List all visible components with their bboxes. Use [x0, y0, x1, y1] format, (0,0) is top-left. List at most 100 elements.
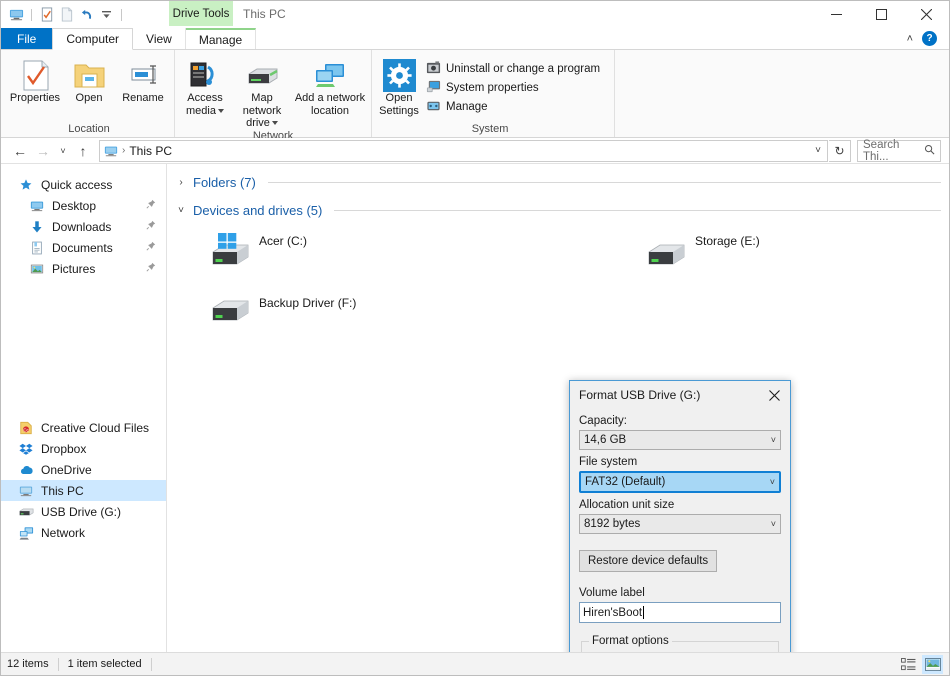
recent-locations-button[interactable]: ˅ [55, 140, 71, 162]
minimize-button[interactable] [814, 1, 859, 28]
group-header-devices-and-drives[interactable]: ˅ Devices and drives (5) [167, 198, 949, 222]
sidebar-item-pictures[interactable]: Pictures [1, 258, 166, 279]
tab-view[interactable]: View [133, 28, 186, 49]
sidebar-item-onedrive[interactable]: OneDrive [1, 459, 166, 480]
customize-qat-icon[interactable] [98, 6, 115, 23]
content-pane[interactable]: › Folders (7) ˅ Devices and drives (5) A… [167, 164, 949, 652]
access-media-button-label: Access media [179, 92, 231, 117]
file-system-select[interactable]: FAT32 (Default) ˅ [579, 471, 781, 493]
system-properties-label: System properties [446, 81, 539, 94]
view-mode-buttons [898, 654, 943, 674]
downloads-icon [29, 219, 45, 235]
access-media-label-text: Access media [186, 92, 223, 117]
chevron-down-icon[interactable]: ˅ [175, 205, 187, 216]
ribbon-tab-row: File Computer View Manage ˄ ? [1, 28, 949, 50]
status-item-count: 12 items [7, 658, 49, 670]
open-settings-button[interactable]: Open Settings [376, 55, 422, 117]
chevron-right-icon[interactable]: › [175, 177, 187, 188]
sidebar-item-dropbox[interactable]: Dropbox [1, 438, 166, 459]
group-title-folders: Folders (7) [193, 174, 256, 190]
ribbon: Properties Open Rename Location Access m… [1, 50, 949, 142]
ribbon-tab-right-controls: ˄ ? [907, 28, 949, 49]
dialog-close-icon[interactable] [758, 382, 790, 409]
large-icons-view-icon[interactable] [922, 654, 943, 674]
add-network-location-button[interactable]: Add a network location [293, 55, 367, 117]
tab-file[interactable]: File [1, 28, 53, 49]
tab-computer[interactable]: Computer [52, 28, 134, 50]
properties-button-label: Properties [9, 92, 61, 104]
search-icon [924, 144, 935, 158]
drive-icon [205, 292, 253, 336]
undo-icon[interactable] [78, 6, 95, 23]
uninstall-program-button[interactable]: Uninstall or change a program [422, 59, 604, 78]
close-button[interactable] [904, 1, 949, 28]
open-folder-icon [74, 58, 105, 92]
collapse-ribbon-icon[interactable]: ˄ [907, 33, 913, 45]
allocation-unit-size-select[interactable]: 8192 bytes ˅ [579, 514, 781, 534]
tab-computer-label: Computer [66, 32, 120, 46]
sidebar-item-usb-drive[interactable]: USB Drive (G:) [1, 501, 166, 522]
sidebar-item-label: Desktop [52, 198, 97, 213]
breadcrumb[interactable]: › This PC ˅ [99, 139, 828, 162]
sidebar-item-creative-cloud-files[interactable]: Cc Creative Cloud Files [1, 417, 166, 438]
text-cursor [643, 606, 645, 619]
breadcrumb-this-pc[interactable]: This PC [129, 144, 172, 158]
properties-icon[interactable] [38, 6, 55, 23]
sidebar-item-label: This PC [41, 483, 84, 498]
map-network-drive-button[interactable]: Map network drive [231, 55, 293, 130]
rename-button[interactable]: Rename [116, 55, 170, 117]
pin-icon[interactable] [146, 262, 156, 275]
pictures-icon [29, 261, 45, 277]
tab-manage-label: Manage [198, 32, 243, 47]
refresh-button[interactable]: ↻ [829, 139, 851, 162]
new-folder-icon[interactable] [58, 6, 75, 23]
access-media-button[interactable]: Access media [179, 55, 231, 117]
up-button[interactable]: ↑ [72, 140, 94, 162]
capacity-select[interactable]: 14,6 GB ˅ [579, 430, 781, 450]
help-icon[interactable]: ? [922, 31, 937, 46]
drive-tile-label: Backup Driver (F:) [259, 296, 357, 310]
drive-tile-acer-c[interactable]: Acer (C:) [201, 226, 429, 288]
address-dropdown-icon[interactable]: ˅ [815, 145, 821, 156]
pin-icon[interactable] [146, 241, 156, 254]
system-drive-icon [205, 230, 253, 274]
tab-manage[interactable]: Manage [185, 28, 257, 49]
sidebar-item-downloads[interactable]: Downloads [1, 216, 166, 237]
drive-tile-backup-driver-f[interactable]: Backup Driver (F:) [201, 288, 429, 350]
this-pc-icon [18, 483, 34, 499]
qat-divider [31, 8, 32, 21]
volume-label-input[interactable]: Hiren'sBoot [579, 602, 781, 623]
manage-label: Manage [446, 100, 488, 113]
forward-button[interactable]: → [32, 140, 54, 162]
open-button[interactable]: Open [62, 55, 116, 117]
pin-icon[interactable] [146, 220, 156, 233]
sidebar-item-documents[interactable]: Documents [1, 237, 166, 258]
drive-tiles: Acer (C:) Storage (E:) Backup Driver (F:… [167, 222, 949, 350]
maximize-button[interactable] [859, 1, 904, 28]
sidebar-item-quick-access[interactable]: Quick access [1, 174, 166, 195]
properties-button[interactable]: Properties [8, 55, 62, 117]
group-rule [334, 209, 941, 211]
manage-button[interactable]: Manage [422, 97, 604, 116]
details-view-icon[interactable] [898, 655, 919, 674]
system-properties-button[interactable]: System properties [422, 78, 604, 97]
ribbon-group-system-label: System [471, 123, 509, 135]
dialog-body: Capacity: 14,6 GB ˅ File system FAT32 (D… [570, 409, 790, 652]
documents-icon [29, 240, 45, 256]
allocation-unit-size-label: Allocation unit size [579, 499, 675, 511]
this-pc-icon[interactable] [8, 6, 25, 23]
window-title-text: This PC [243, 6, 286, 21]
search-input[interactable]: Search Thi... [857, 139, 941, 163]
contextual-tab-drive-tools[interactable]: Drive Tools [169, 1, 233, 26]
sidebar-item-this-pc[interactable]: This PC [1, 480, 166, 501]
back-button[interactable]: ← [9, 140, 31, 162]
drive-tile-storage-e[interactable]: Storage (E:) [637, 226, 865, 288]
sidebar-item-desktop[interactable]: Desktop [1, 195, 166, 216]
restore-device-defaults-button[interactable]: Restore device defaults [579, 550, 718, 572]
pin-icon[interactable] [146, 199, 156, 212]
chevron-down-icon: ˅ [770, 519, 776, 529]
format-options-group: Format options ✓ Quick Format [581, 635, 779, 652]
group-header-folders[interactable]: › Folders (7) [167, 170, 949, 194]
sidebar-item-network[interactable]: Network [1, 522, 166, 543]
